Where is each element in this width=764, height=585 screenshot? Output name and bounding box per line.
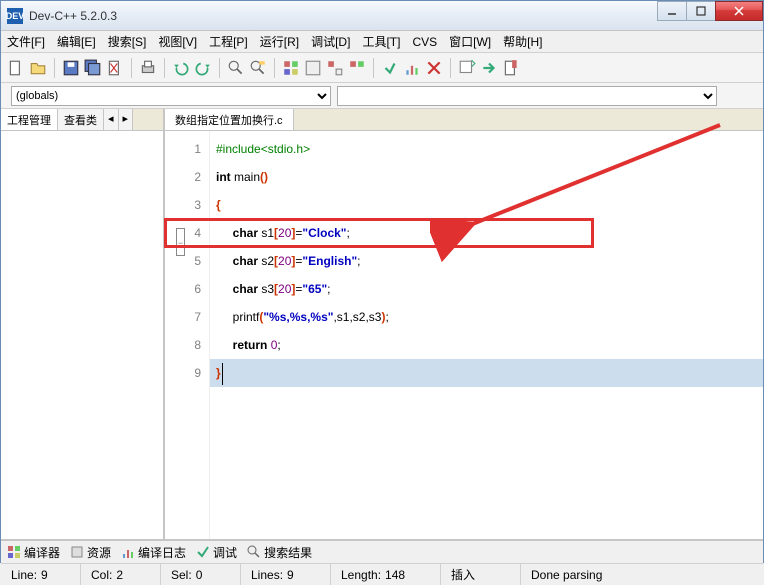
- status-done: Done parsing: [531, 568, 602, 582]
- debug-icon[interactable]: [381, 59, 399, 77]
- code-line[interactable]: {: [216, 191, 763, 219]
- compile-icon[interactable]: [282, 59, 300, 77]
- toolbar: [1, 53, 763, 83]
- minimize-button[interactable]: [657, 1, 687, 21]
- code-line[interactable]: printf("%s,%s,%s",s1,s2,s3);: [216, 303, 763, 331]
- status-col-val: 2: [116, 568, 123, 582]
- tab-compile-log[interactable]: 编译日志: [121, 544, 186, 561]
- code-line[interactable]: }: [216, 359, 763, 387]
- code-editor[interactable]: 123−456789 #include<stdio.h>int main(){ …: [165, 131, 763, 539]
- tab-scroll-left[interactable]: ◂: [104, 109, 119, 130]
- statusbar: Line: 9 Col: 2 Sel: 0 Lines: 9 Length: 148 插入…: [1, 563, 763, 585]
- menu-search[interactable]: 搜索[S]: [108, 33, 147, 50]
- tab-scroll-right[interactable]: ▸: [119, 109, 134, 130]
- code-line[interactable]: char s1[20]="Clock";: [216, 219, 763, 247]
- status-line-val: 9: [41, 568, 48, 582]
- titlebar: DEV Dev-C++ 5.2.0.3: [1, 1, 763, 31]
- menu-file[interactable]: 文件[F]: [7, 33, 45, 50]
- close-file-icon[interactable]: [106, 59, 124, 77]
- save-icon[interactable]: [62, 59, 80, 77]
- menu-window[interactable]: 窗口[W]: [449, 33, 491, 50]
- menu-project[interactable]: 工程[P]: [209, 33, 248, 50]
- status-lines-val: 9: [287, 568, 294, 582]
- status-length-label: Length:: [341, 568, 381, 582]
- code-line[interactable]: #include<stdio.h>: [216, 135, 763, 163]
- project-tree[interactable]: [1, 131, 163, 539]
- editor-area: 数组指定位置加换行.c 123−456789 #include<stdio.h>…: [165, 109, 763, 539]
- menu-view[interactable]: 视图[V]: [158, 33, 197, 50]
- new-file-icon[interactable]: [7, 59, 25, 77]
- code-line[interactable]: int main(): [216, 163, 763, 191]
- undo-icon[interactable]: [172, 59, 190, 77]
- file-tab[interactable]: 数组指定位置加换行.c: [165, 109, 294, 130]
- bottom-tabs: 编译器 资源 编译日志 调试 搜索结果: [1, 539, 763, 563]
- line-gutter: 123−456789: [165, 131, 210, 539]
- window-title: Dev-C++ 5.2.0.3: [29, 9, 757, 23]
- menu-tools[interactable]: 工具[T]: [362, 33, 400, 50]
- menubar: 文件[F] 编辑[E] 搜索[S] 视图[V] 工程[P] 运行[R] 调试[D…: [1, 31, 763, 53]
- maximize-button[interactable]: [686, 1, 716, 21]
- tab-search-results[interactable]: 搜索结果: [247, 544, 312, 561]
- members-combo[interactable]: [337, 86, 717, 106]
- delete-icon[interactable]: [425, 59, 443, 77]
- profile-icon[interactable]: [403, 59, 421, 77]
- rebuild-icon[interactable]: [348, 59, 366, 77]
- print-icon[interactable]: [139, 59, 157, 77]
- code-lines[interactable]: #include<stdio.h>int main(){ char s1[20]…: [210, 131, 763, 539]
- tab-debug[interactable]: 调试: [196, 544, 237, 561]
- find-icon[interactable]: [227, 59, 245, 77]
- globals-combo[interactable]: (globals): [11, 86, 331, 106]
- run-icon[interactable]: [304, 59, 322, 77]
- tab-resources[interactable]: 资源: [70, 544, 111, 561]
- open-file-icon[interactable]: [29, 59, 47, 77]
- menu-run[interactable]: 运行[R]: [260, 33, 299, 50]
- app-icon: DEV: [7, 8, 23, 24]
- save-all-icon[interactable]: [84, 59, 102, 77]
- menu-edit[interactable]: 编辑[E]: [57, 33, 96, 50]
- left-panel: 工程管理 查看类 ◂ ▸: [1, 109, 165, 539]
- status-col-label: Col:: [91, 568, 112, 582]
- menu-cvs[interactable]: CVS: [412, 35, 437, 49]
- grid-icon: [7, 545, 21, 559]
- resource-icon: [70, 545, 84, 559]
- bookmark-icon[interactable]: [502, 59, 520, 77]
- compile-run-icon[interactable]: [326, 59, 344, 77]
- tab-view-class[interactable]: 查看类: [58, 109, 104, 130]
- goto-icon[interactable]: [480, 59, 498, 77]
- status-insert: 插入: [451, 566, 475, 583]
- code-line[interactable]: return 0;: [216, 331, 763, 359]
- status-lines-label: Lines:: [251, 568, 283, 582]
- search-icon: [247, 545, 261, 559]
- code-line[interactable]: char s2[20]="English";: [216, 247, 763, 275]
- check-icon: [196, 545, 210, 559]
- new-window-icon[interactable]: [458, 59, 476, 77]
- replace-icon[interactable]: [249, 59, 267, 77]
- tab-compiler[interactable]: 编译器: [7, 544, 60, 561]
- menu-debug[interactable]: 调试[D]: [311, 33, 350, 50]
- redo-icon[interactable]: [194, 59, 212, 77]
- code-line[interactable]: char s3[20]="65";: [216, 275, 763, 303]
- status-length-val: 148: [385, 568, 405, 582]
- status-sel-val: 0: [196, 568, 203, 582]
- status-sel-label: Sel:: [171, 568, 192, 582]
- main-area: 工程管理 查看类 ◂ ▸ 数组指定位置加换行.c 123−456789 #inc…: [1, 109, 763, 539]
- status-line-label: Line:: [11, 568, 37, 582]
- scope-bar: (globals): [1, 83, 763, 109]
- menu-help[interactable]: 帮助[H]: [503, 33, 542, 50]
- tab-project-mgmt[interactable]: 工程管理: [1, 109, 58, 130]
- close-button[interactable]: [715, 1, 763, 21]
- chart-icon: [121, 545, 135, 559]
